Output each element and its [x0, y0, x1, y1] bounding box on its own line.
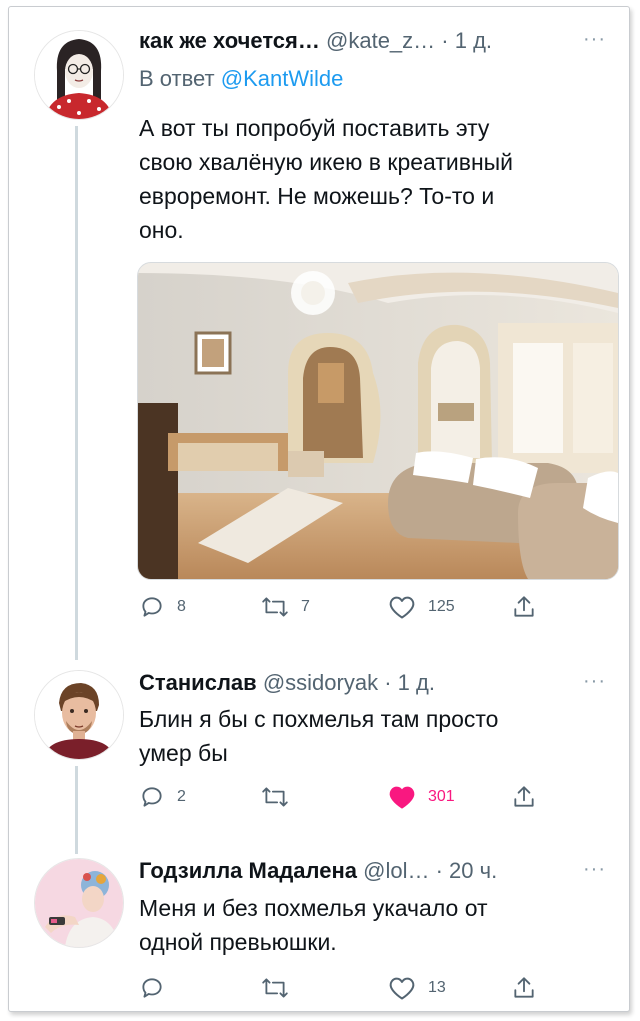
- reply-button[interactable]: 8: [139, 594, 186, 620]
- share-button[interactable]: [511, 975, 537, 1001]
- text-line: свою хвалёную икею в креативный: [139, 149, 514, 175]
- retweet-button[interactable]: [261, 975, 301, 1001]
- text-line: одной превьюшки.: [139, 929, 337, 955]
- more-icon[interactable]: ···: [583, 28, 606, 51]
- tweet-header: Станислав @ssidoryak · 1 д.: [139, 670, 435, 696]
- timestamp[interactable]: 1 д.: [398, 670, 435, 695]
- reply-count: 2: [177, 788, 186, 805]
- like-button[interactable]: 125: [388, 594, 455, 620]
- text-line: оно.: [139, 217, 184, 243]
- timestamp[interactable]: 1 д.: [455, 28, 492, 53]
- user-handle[interactable]: @kate_z…: [326, 28, 435, 53]
- like-button[interactable]: 301: [388, 784, 455, 810]
- share-icon: [511, 594, 537, 620]
- retweet-icon: [261, 975, 289, 1001]
- text-line: Блин я бы с похмелья там просто: [139, 706, 499, 732]
- reply-icon: [139, 784, 165, 810]
- separator-dot: ·: [435, 858, 443, 883]
- reply-button[interactable]: 2: [139, 784, 186, 810]
- avatar[interactable]: [34, 858, 124, 948]
- avatar[interactable]: [34, 670, 124, 760]
- tweet-actions: 2 301: [139, 784, 559, 814]
- tweet-text: Блин я бы с похмелья там просто умер бы: [139, 702, 599, 770]
- thread-connector: [75, 126, 78, 660]
- like-icon: [388, 784, 416, 810]
- share-icon: [511, 975, 537, 1001]
- share-icon: [511, 784, 537, 810]
- retweet-button[interactable]: [261, 784, 301, 810]
- reply-count: 8: [177, 598, 186, 615]
- display-name[interactable]: как же хочется…: [139, 28, 320, 53]
- display-name[interactable]: Станислав: [139, 670, 257, 695]
- separator-dot: ·: [384, 670, 392, 695]
- text-line: умер бы: [139, 740, 228, 766]
- avatar[interactable]: [34, 30, 124, 120]
- tweet-actions: 13: [139, 975, 559, 1005]
- retweet-button[interactable]: 7: [261, 594, 310, 620]
- more-icon[interactable]: ···: [583, 670, 606, 693]
- timestamp[interactable]: 20 ч.: [449, 858, 497, 883]
- reply-icon: [139, 975, 165, 1001]
- like-count: 301: [428, 788, 455, 805]
- share-button[interactable]: [511, 784, 537, 810]
- user-handle[interactable]: @lol…: [363, 858, 429, 883]
- text-line: Меня и без похмелья укачало от: [139, 895, 488, 921]
- text-line: евроремонт. Не можешь? То-то и: [139, 183, 495, 209]
- reply-icon: [139, 594, 165, 620]
- retweet-count: 7: [301, 598, 310, 615]
- reply-context: В ответ @KantWilde: [139, 66, 343, 92]
- like-count: 125: [428, 598, 455, 615]
- share-button[interactable]: [511, 594, 537, 620]
- display-name[interactable]: Годзилла Мадалена: [139, 858, 357, 883]
- separator-dot: ·: [441, 28, 449, 53]
- tweet-media-photo[interactable]: [137, 262, 619, 580]
- more-icon[interactable]: ···: [583, 858, 606, 881]
- tweet-header: как же хочется… @kate_z… · 1 д.: [139, 28, 492, 54]
- reply-mention-link[interactable]: @KantWilde: [221, 66, 344, 91]
- like-icon: [388, 975, 416, 1001]
- retweet-icon: [261, 594, 289, 620]
- reply-prefix: В ответ: [139, 66, 215, 91]
- user-handle[interactable]: @ssidoryak: [263, 670, 378, 695]
- like-icon: [388, 594, 416, 620]
- tweet-actions: 8 7 125: [139, 594, 559, 624]
- tweet-text: Меня и без похмелья укачало от одной пре…: [139, 891, 599, 959]
- like-button[interactable]: 13: [388, 975, 446, 1001]
- thread-connector: [75, 766, 78, 854]
- text-line: А вот ты попробуй поставить эту: [139, 115, 490, 141]
- tweet-text: А вот ты попробуй поставить эту свою хва…: [139, 111, 599, 247]
- retweet-icon: [261, 784, 289, 810]
- like-count: 13: [428, 979, 446, 996]
- tweet-header: Годзилла Мадалена @lol… · 20 ч.: [139, 858, 497, 884]
- reply-button[interactable]: [139, 975, 177, 1001]
